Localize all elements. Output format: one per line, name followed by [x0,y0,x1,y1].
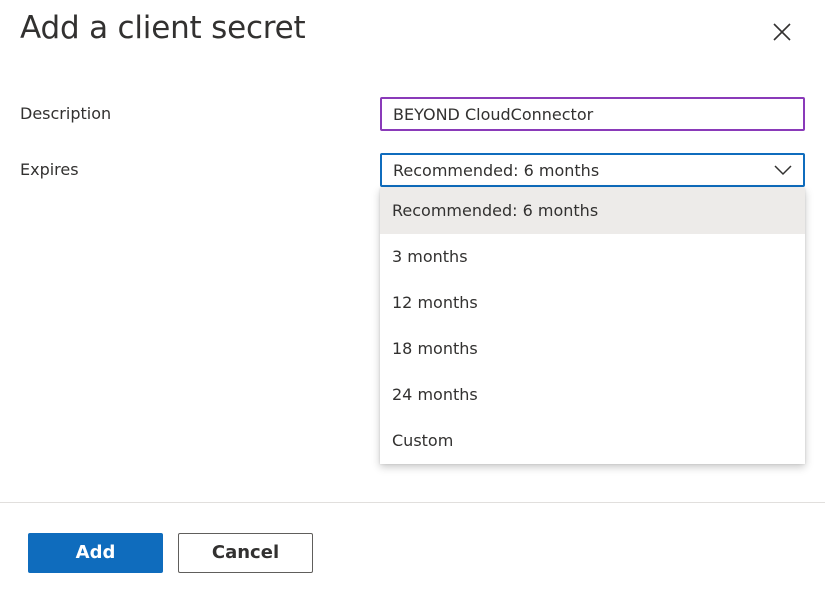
expires-dropdown[interactable]: Recommended: 6 months [380,153,805,187]
add-client-secret-panel: Add a client secret Description Expires … [0,0,825,602]
expires-option-24-months[interactable]: 24 months [380,372,805,418]
expires-option-12-months[interactable]: 12 months [380,280,805,326]
expires-selected-value: Recommended: 6 months [393,161,600,180]
expires-options-list: Recommended: 6 months 3 months 12 months… [380,188,805,464]
close-button[interactable] [766,16,798,48]
add-button[interactable]: Add [28,533,163,573]
panel-title: Add a client secret [20,10,306,46]
expires-option-custom[interactable]: Custom [380,418,805,464]
description-label: Description [20,104,112,123]
footer-divider [0,502,825,503]
chevron-down-icon [774,165,792,176]
expires-option-recommended[interactable]: Recommended: 6 months [380,188,805,234]
expires-option-18-months[interactable]: 18 months [380,326,805,372]
expires-label: Expires [20,160,79,179]
description-input[interactable] [380,97,805,131]
close-icon [773,23,791,41]
expires-option-3-months[interactable]: 3 months [380,234,805,280]
cancel-button[interactable]: Cancel [178,533,313,573]
